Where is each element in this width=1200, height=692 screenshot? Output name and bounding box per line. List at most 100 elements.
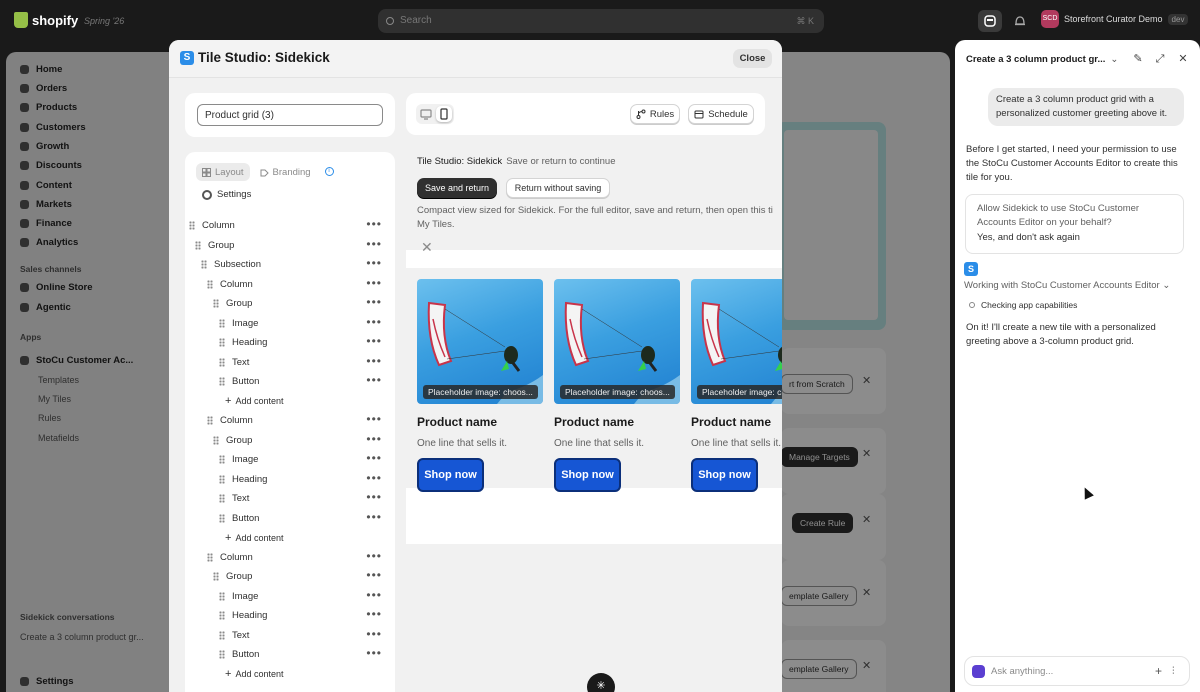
- tree-node[interactable]: Group •••: [185, 567, 395, 587]
- add-content-button[interactable]: + Add content: [185, 528, 395, 548]
- drag-handle-icon[interactable]: [219, 357, 225, 367]
- drag-handle-icon[interactable]: [207, 416, 213, 426]
- drag-handle-icon[interactable]: [213, 299, 219, 309]
- nav-metafields[interactable]: Metafields: [38, 433, 79, 443]
- rules-button[interactable]: Rules: [630, 104, 680, 124]
- more-options-icon[interactable]: •••: [366, 647, 382, 659]
- more-options-icon[interactable]: •••: [366, 335, 382, 347]
- more-options-icon[interactable]: •••: [366, 491, 382, 503]
- more-options-icon[interactable]: •••: [366, 472, 382, 484]
- tree-node[interactable]: Heading •••: [185, 470, 395, 490]
- ask-input[interactable]: Ask anything... + ⫶: [964, 656, 1190, 686]
- nav-orders[interactable]: Orders: [20, 83, 67, 94]
- sidekick-toggle-button[interactable]: [978, 10, 1002, 32]
- save-and-return-button[interactable]: Save and return: [417, 178, 497, 198]
- more-options-icon[interactable]: •••: [366, 316, 382, 328]
- more-options-icon[interactable]: •••: [366, 296, 382, 308]
- tree-node[interactable]: Button •••: [185, 509, 395, 529]
- tree-node[interactable]: Image •••: [185, 314, 395, 334]
- nav-rules[interactable]: Rules: [38, 413, 61, 423]
- more-options-icon[interactable]: •••: [366, 433, 382, 445]
- create-rule-button[interactable]: Create Rule: [792, 513, 854, 533]
- drag-handle-icon[interactable]: [219, 338, 225, 348]
- dismiss-icon[interactable]: ✕: [862, 513, 871, 526]
- close-icon[interactable]: ✕: [1177, 53, 1189, 65]
- apps-header[interactable]: Apps: [20, 332, 41, 342]
- nav-analytics[interactable]: Analytics: [20, 237, 78, 248]
- shop-now-button[interactable]: Shop now: [691, 458, 758, 492]
- tree-node[interactable]: Column •••: [185, 548, 395, 568]
- shopify-logo[interactable]: shopify: [14, 12, 78, 28]
- dismiss-icon[interactable]: ✕: [862, 447, 871, 460]
- drag-handle-icon[interactable]: [219, 630, 225, 640]
- search-bar[interactable]: Search ⌘ K: [378, 9, 824, 33]
- more-options-icon[interactable]: •••: [366, 218, 382, 230]
- expand-icon[interactable]: ⤢: [1154, 53, 1166, 65]
- template-gallery-button[interactable]: emplate Gallery: [781, 586, 857, 606]
- nav-settings[interactable]: Settings: [20, 676, 73, 687]
- settings-link[interactable]: Settings: [202, 189, 251, 200]
- more-options-icon[interactable]: •••: [366, 569, 382, 581]
- dismiss-icon[interactable]: ✕: [862, 586, 871, 599]
- more-options-icon[interactable]: •••: [366, 550, 382, 562]
- tree-node[interactable]: Heading •••: [185, 333, 395, 353]
- shop-now-button[interactable]: Shop now: [417, 458, 484, 492]
- add-content-button[interactable]: + Add content: [185, 392, 395, 412]
- tree-node[interactable]: Text •••: [185, 353, 395, 373]
- nav-finance[interactable]: Finance: [20, 218, 72, 229]
- manage-targets-button[interactable]: Manage Targets: [781, 447, 858, 467]
- tree-node[interactable]: Text •••: [185, 626, 395, 646]
- nav-markets[interactable]: Markets: [20, 199, 72, 210]
- template-gallery-button[interactable]: emplate Gallery: [781, 659, 857, 679]
- notifications-button[interactable]: [1008, 10, 1032, 32]
- info-icon[interactable]: i: [324, 167, 334, 176]
- more-options-icon[interactable]: •••: [366, 238, 382, 250]
- nav-products[interactable]: Products: [20, 102, 77, 113]
- tree-node[interactable]: Subsection •••: [185, 255, 395, 275]
- start-from-scratch-button[interactable]: rt from Scratch: [781, 374, 853, 394]
- store-switcher[interactable]: SCD Storefront Curator Demo dev: [1041, 10, 1189, 28]
- new-chat-icon[interactable]: ✎: [1132, 53, 1144, 65]
- working-status[interactable]: Working with StoCu Customer Accounts Edi…: [964, 280, 1170, 291]
- tree-node[interactable]: Text •••: [185, 489, 395, 509]
- more-options-icon[interactable]: •••: [366, 413, 382, 425]
- drag-handle-icon[interactable]: [207, 279, 213, 289]
- nav-app-stocu[interactable]: StoCu Customer Ac...: [20, 355, 133, 366]
- drag-handle-icon[interactable]: [219, 611, 225, 621]
- sales-channels-header[interactable]: Sales channels: [20, 264, 81, 274]
- drag-handle-icon[interactable]: [219, 377, 225, 387]
- drag-handle-icon[interactable]: [219, 455, 225, 465]
- nav-home[interactable]: Home: [20, 64, 62, 75]
- tab-layout[interactable]: Layout: [196, 163, 250, 181]
- tree-node[interactable]: Heading •••: [185, 606, 395, 626]
- more-options-icon[interactable]: •••: [366, 277, 382, 289]
- more-options-icon[interactable]: •••: [366, 589, 382, 601]
- dismiss-icon[interactable]: ✕: [862, 374, 871, 387]
- nav-content[interactable]: Content: [20, 180, 72, 191]
- drag-handle-icon[interactable]: [189, 221, 195, 231]
- dismiss-icon[interactable]: ✕: [862, 659, 871, 672]
- sidekick-fab-button[interactable]: ✳: [587, 673, 615, 692]
- dismiss-description-icon[interactable]: ✕: [421, 240, 433, 254]
- return-without-saving-button[interactable]: Return without saving: [506, 178, 610, 198]
- add-content-button[interactable]: + Add content: [185, 665, 395, 685]
- more-options-icon[interactable]: •••: [366, 355, 382, 367]
- drag-handle-icon[interactable]: [219, 318, 225, 328]
- shop-now-button[interactable]: Shop now: [554, 458, 621, 492]
- more-options-icon[interactable]: •••: [366, 452, 382, 464]
- tree-node[interactable]: Column •••: [185, 216, 395, 236]
- permission-answer[interactable]: Yes, and don't ask again: [977, 231, 1172, 245]
- conversation-title[interactable]: Create a 3 column product gr... ⌄: [966, 54, 1118, 65]
- close-button[interactable]: Close: [733, 49, 772, 68]
- drag-handle-icon[interactable]: [195, 240, 201, 250]
- drag-handle-icon[interactable]: [219, 591, 225, 601]
- tree-node[interactable]: Image •••: [185, 450, 395, 470]
- tree-node[interactable]: Column •••: [185, 411, 395, 431]
- tree-node[interactable]: Column •••: [185, 275, 395, 295]
- more-options-icon[interactable]: •••: [366, 628, 382, 640]
- nav-my-tiles[interactable]: My Tiles: [38, 394, 71, 404]
- drag-handle-icon[interactable]: [219, 494, 225, 504]
- drag-handle-icon[interactable]: [219, 513, 225, 523]
- tree-node[interactable]: Group •••: [185, 294, 395, 314]
- tree-node[interactable]: Image •••: [185, 587, 395, 607]
